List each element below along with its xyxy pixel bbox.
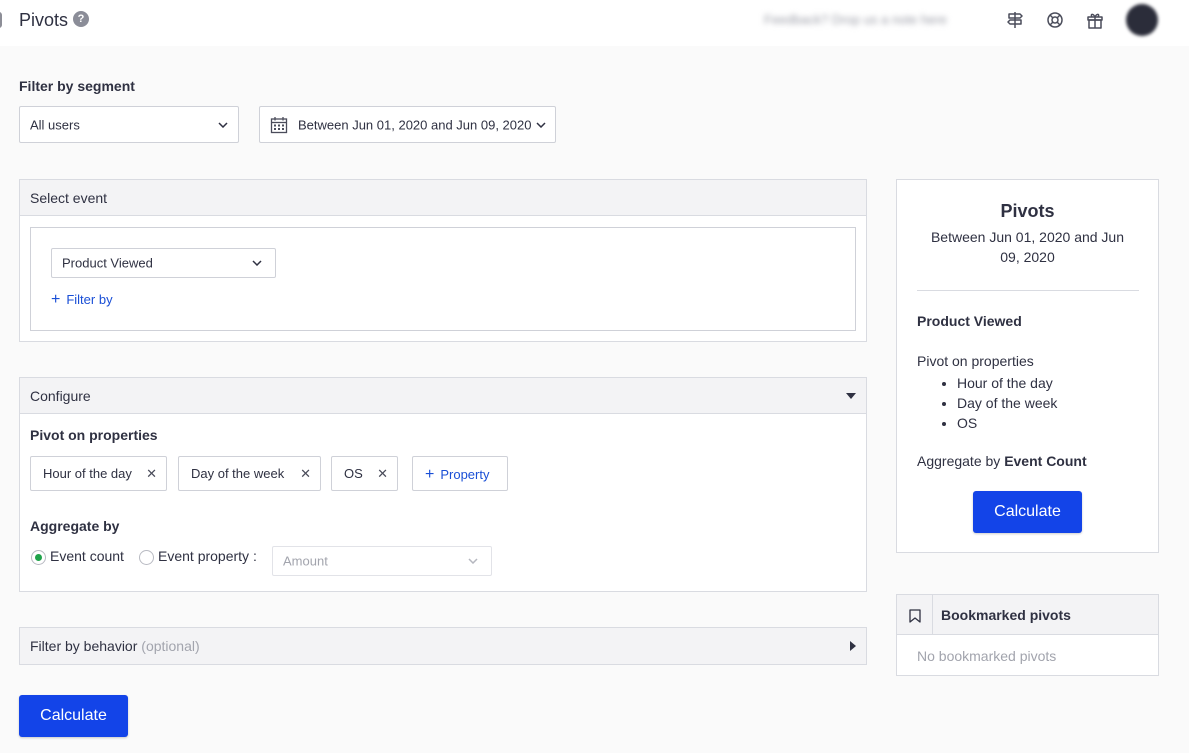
chevron-down-icon [536,121,546,128]
summary-aggregate: Aggregate by Event Count [917,453,1087,469]
property-chip: Hour of the day ✕ [30,456,167,491]
summary-panel: Pivots Between Jun 01, 2020 and Jun 09, … [896,179,1159,553]
remove-icon[interactable]: ✕ [377,466,388,482]
filter-behavior-panel[interactable]: Filter by behavior (optional) [19,627,867,665]
event-count-label[interactable]: Event count [50,548,124,564]
filter-behavior-optional: (optional) [141,638,200,654]
calendar-icon [270,117,288,134]
list-item: Day of the week [957,393,1057,413]
sidebar-edge[interactable] [0,12,2,28]
add-property-button[interactable]: + Property [412,456,508,491]
bookmarks-empty: No bookmarked pivots [917,648,1057,664]
amount-select[interactable]: Amount [272,546,492,576]
summary-event: Product Viewed [917,313,1022,329]
caret-right-icon [850,641,856,651]
date-range-picker[interactable]: Between Jun 01, 2020 and Jun 09, 2020 [259,106,556,143]
amount-select-placeholder: Amount [283,553,328,569]
select-event-panel: Select event Product Viewed + Filter by [19,179,867,342]
user-avatar[interactable] [1126,4,1158,36]
property-chip-label: OS [344,466,363,481]
add-property-label: Property [440,467,490,482]
signpost-icon[interactable] [1006,11,1024,29]
calculate-button[interactable]: Calculate [19,695,128,737]
remove-icon[interactable]: ✕ [146,466,157,482]
configure-header[interactable]: Configure [20,378,866,414]
filter-by-label: Filter by [66,292,113,307]
bookmarks-header: Bookmarked pivots [897,595,1158,635]
caret-down-icon [846,393,856,399]
event-box: Product Viewed + Filter by [30,227,856,331]
segment-label: Filter by segment [19,78,135,94]
feedback-link[interactable]: Feedback? Drop us a note here [764,12,947,27]
date-range-value: Between Jun 01, 2020 and Jun 09, 2020 [298,117,532,132]
bookmark-icon [909,609,921,623]
filter-by-link[interactable]: + Filter by [51,291,113,309]
summary-date-range: Between Jun 01, 2020 and Jun 09, 2020 [930,229,1125,265]
gift-icon[interactable] [1086,11,1104,29]
chevron-down-icon [218,121,228,128]
property-chip: OS ✕ [331,456,398,491]
bookmarks-title: Bookmarked pivots [941,607,1071,623]
bookmarks-panel: Bookmarked pivots No bookmarked pivots [896,594,1159,676]
event-count-radio[interactable] [31,550,46,565]
summary-pivot-label: Pivot on properties [917,353,1034,369]
event-select[interactable]: Product Viewed [51,248,276,278]
plus-icon: + [51,291,61,308]
filter-behavior-title-wrap: Filter by behavior (optional) [30,638,200,654]
list-item: OS [957,413,1057,433]
bookmark-icon-cell [897,595,933,635]
list-item: Hour of the day [957,373,1057,393]
remove-icon[interactable]: ✕ [300,466,311,482]
summary-aggregate-prefix: Aggregate by [917,453,1001,469]
lifebuoy-icon[interactable] [1046,11,1064,29]
aggregate-label: Aggregate by [30,518,120,534]
page-title: Pivots [19,10,69,30]
select-event-title: Select event [30,190,108,206]
property-chip-label: Hour of the day [43,466,132,481]
pivot-properties-label: Pivot on properties [30,427,158,443]
add-property-content: + Property [425,466,489,484]
chevron-down-icon [468,558,478,564]
summary-title: Pivots [1000,201,1055,221]
property-chip-label: Day of the week [191,466,285,481]
segment-select-value: All users [30,117,80,132]
plus-icon: + [425,466,435,483]
summary-properties-list: Hour of the day Day of the week OS [957,373,1057,433]
help-icon[interactable]: ? [73,11,89,27]
property-chip: Day of the week ✕ [178,456,321,491]
event-property-radio[interactable] [139,550,154,565]
event-select-value: Product Viewed [62,255,153,271]
segment-select[interactable]: All users [19,106,239,143]
chevron-down-icon [252,260,262,266]
filter-behavior-title: Filter by behavior [30,638,138,654]
summary-divider [917,290,1139,291]
select-event-header: Select event [20,180,866,216]
configure-title: Configure [30,388,91,404]
summary-aggregate-value: Event Count [1004,453,1087,469]
top-bar: Pivots ? Feedback? Drop us a note here [0,0,1189,46]
summary-calculate-button[interactable]: Calculate [973,491,1082,533]
event-property-label[interactable]: Event property : [158,548,257,564]
